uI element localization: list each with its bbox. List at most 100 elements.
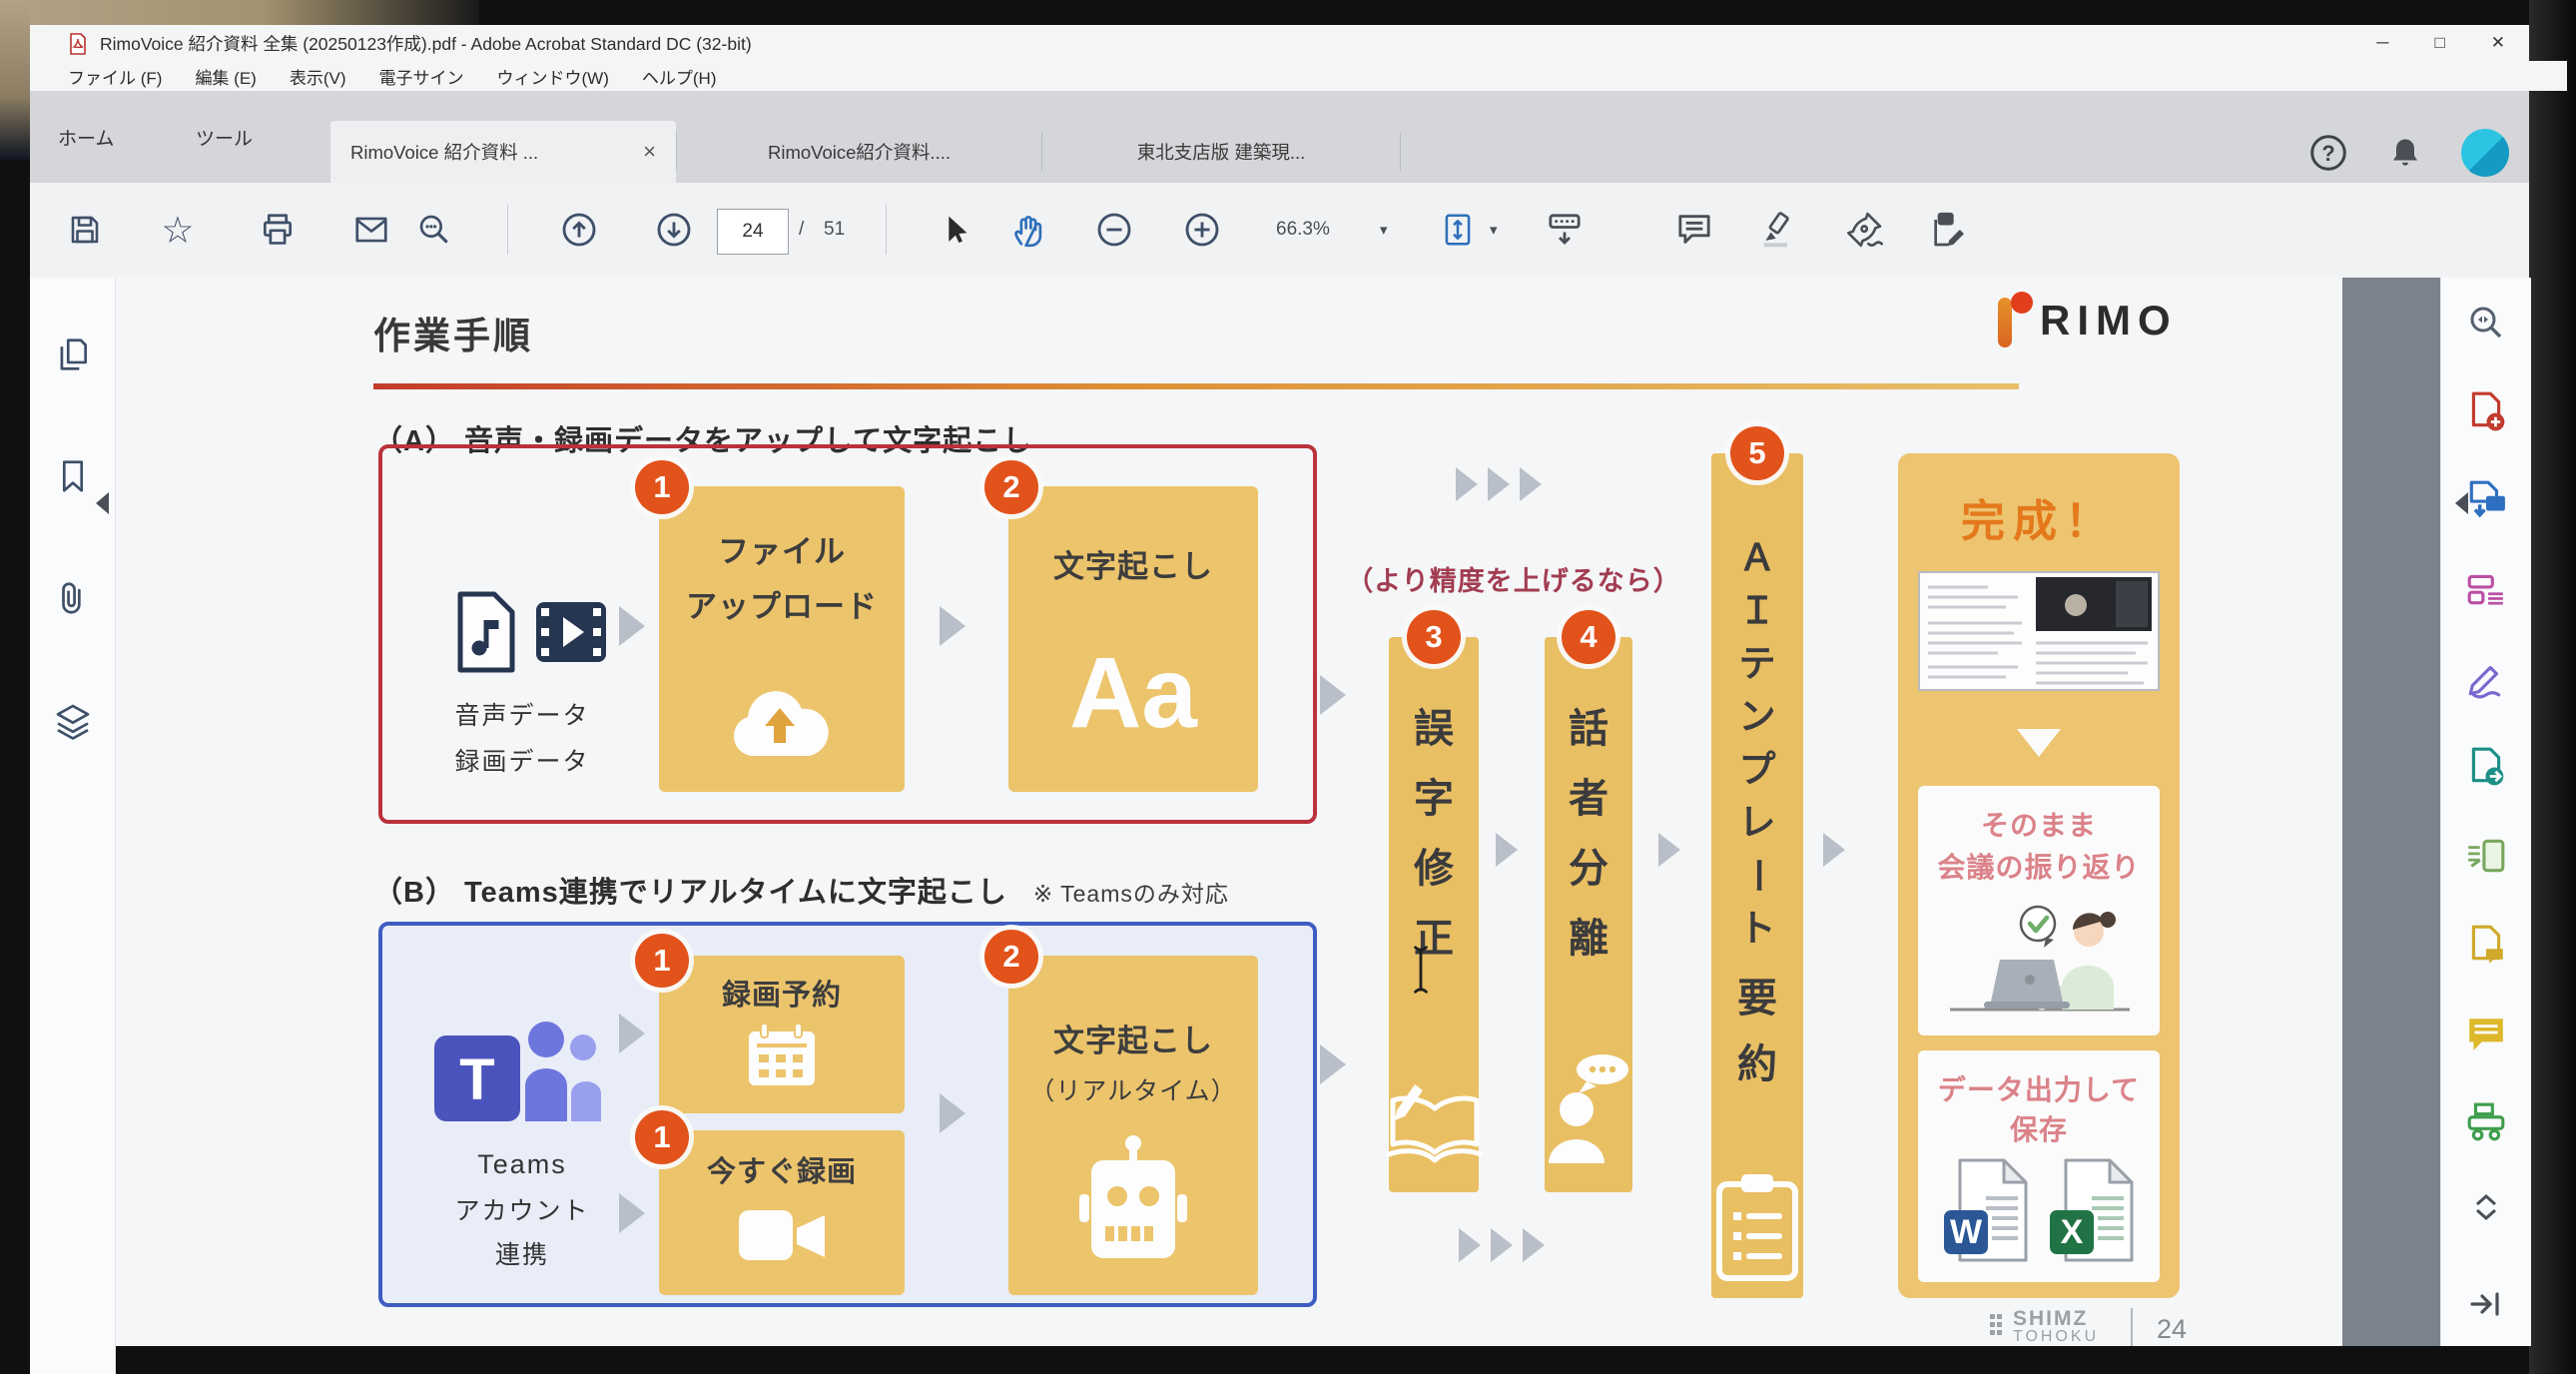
vertical-char: Ａ bbox=[1739, 539, 1776, 576]
pdf-file-icon bbox=[66, 32, 90, 56]
minimize-button[interactable]: ─ bbox=[2370, 33, 2394, 53]
tab-home[interactable]: ホーム bbox=[58, 91, 114, 183]
attachments-icon[interactable] bbox=[54, 579, 92, 617]
zoom-out-button[interactable] bbox=[1092, 208, 1136, 252]
print-button[interactable] bbox=[256, 208, 300, 252]
last-page-icon[interactable] bbox=[2467, 1284, 2507, 1324]
vertical-char: 話 bbox=[1569, 709, 1609, 749]
step-label: アップロード bbox=[659, 581, 905, 626]
menu-edit[interactable]: 編集 (E) bbox=[195, 64, 256, 89]
step-schedule-recording: 1 録画予約 bbox=[659, 956, 905, 1113]
search-icon[interactable] bbox=[412, 208, 456, 252]
step-speaker-separation: 4 話 者 分 離 bbox=[1545, 637, 1632, 1192]
scan-ocr-icon[interactable] bbox=[2465, 835, 2507, 877]
doc-tab-3[interactable]: 東北支店版 建築現... bbox=[1042, 121, 1400, 183]
email-button[interactable] bbox=[349, 208, 393, 252]
layers-icon[interactable] bbox=[53, 701, 93, 741]
document-canvas: 作業手順 RIMO （A） 音声・録画データをアップして文字起こし bbox=[116, 278, 2440, 1346]
zoom-dropdown-caret-icon[interactable]: ▾ bbox=[1380, 221, 1388, 239]
previous-page-button[interactable] bbox=[557, 208, 601, 252]
print-production-icon[interactable] bbox=[2465, 1101, 2507, 1143]
fit-page-button[interactable] bbox=[1436, 208, 1480, 252]
logo-grid-icon bbox=[1989, 1312, 2005, 1342]
comment-icon[interactable] bbox=[2465, 1013, 2507, 1054]
vertical-char: ン bbox=[1739, 698, 1776, 735]
doc-tab-2[interactable]: RimoVoice紹介資料.... bbox=[677, 121, 1041, 183]
slide-title: 作業手順 bbox=[373, 306, 533, 359]
tab-tools[interactable]: ツール bbox=[196, 91, 253, 183]
collapse-chevron-icon[interactable] bbox=[2466, 1190, 2506, 1224]
bell-icon[interactable] bbox=[2387, 134, 2423, 172]
page-number-input[interactable] bbox=[717, 209, 789, 255]
menu-window[interactable]: ウィンドウ(W) bbox=[497, 64, 609, 89]
flow-arrow-icon bbox=[619, 606, 645, 646]
done-label: 完成！ bbox=[1898, 485, 2180, 549]
flow-arrow-icon bbox=[1823, 833, 1845, 867]
flow-arrow-icon bbox=[940, 1093, 966, 1133]
menu-help[interactable]: ヘルプ(H) bbox=[642, 64, 717, 89]
title-bar: RimoVoice 紹介資料 全集 (20250123作成).pdf - Ado… bbox=[30, 25, 2529, 61]
doc-tab-label: RimoVoice 紹介資料 ... bbox=[350, 139, 538, 165]
account-avatar[interactable] bbox=[2461, 129, 2509, 177]
highlighter-tool-icon[interactable] bbox=[1755, 208, 1799, 252]
zoom-level[interactable]: 66.3% bbox=[1276, 219, 1330, 241]
organize-pages-icon[interactable] bbox=[2465, 568, 2507, 610]
export-pdf-icon[interactable] bbox=[2465, 479, 2507, 521]
save-button[interactable] bbox=[63, 208, 107, 252]
close-button[interactable]: ✕ bbox=[2485, 33, 2511, 53]
select-tool-cursor-icon[interactable] bbox=[934, 208, 977, 252]
vertical-char: レ bbox=[1739, 804, 1776, 841]
menu-file[interactable]: ファイル (F) bbox=[68, 64, 162, 89]
tab-close-icon[interactable]: × bbox=[643, 139, 656, 165]
step-file-upload: 1 ファイル アップロード bbox=[659, 486, 905, 792]
tab-separator bbox=[1400, 133, 1401, 171]
usecase-label: 会議の振り返り bbox=[1918, 846, 2160, 886]
page-comment-icon[interactable] bbox=[2465, 924, 2507, 966]
page-total: 51 bbox=[824, 219, 845, 241]
create-pdf-icon[interactable] bbox=[2465, 390, 2507, 432]
toolbar-separator bbox=[507, 205, 508, 255]
teams-label-2: アカウント bbox=[402, 1191, 642, 1227]
vertical-char: テ bbox=[1739, 645, 1776, 682]
fill-and-sign-icon[interactable] bbox=[2465, 657, 2507, 699]
comment-tool-icon[interactable] bbox=[1672, 208, 1716, 252]
teams-logo: T bbox=[434, 1008, 602, 1137]
step-label: ファイル bbox=[659, 526, 905, 571]
text-cursor-pointer bbox=[1412, 945, 1430, 995]
flow-arrow-icon bbox=[940, 606, 966, 646]
collapse-left-panel-arrow-icon[interactable] bbox=[96, 492, 109, 514]
zoom-in-button[interactable] bbox=[1180, 208, 1224, 252]
right-tools-panel bbox=[2440, 278, 2531, 1346]
cloud-upload-icon bbox=[722, 676, 842, 762]
step-badge: 5 bbox=[1730, 426, 1784, 480]
menu-esign[interactable]: 電子サイン bbox=[379, 64, 464, 89]
bookmarks-icon[interactable] bbox=[54, 457, 92, 495]
marquee-zoom-icon[interactable] bbox=[2466, 304, 2506, 344]
fill-sign-pen-icon[interactable] bbox=[1843, 208, 1887, 252]
next-page-button[interactable] bbox=[652, 208, 696, 252]
edit-pdf-icon[interactable] bbox=[1927, 208, 1971, 252]
flow-arrow-icon bbox=[1496, 833, 1518, 867]
doc-tab-active[interactable]: RimoVoice 紹介資料 ... × bbox=[330, 121, 676, 183]
page-thumbnails-icon[interactable] bbox=[54, 336, 92, 373]
section-a-box: 音声データ 録画データ 1 ファイル アップロード 2 文字起こし bbox=[378, 444, 1317, 824]
star-favorites-button[interactable]: ☆ bbox=[156, 208, 200, 252]
step-transcription-realtime: 2 文字起こし （リアルタイム） bbox=[1008, 956, 1258, 1295]
step-ai-template-summary: 5 Ａ Ｉ テ ン プ レ ー ト 要 約 bbox=[1711, 453, 1803, 1298]
book-edit-icon bbox=[1385, 1076, 1485, 1164]
vertical-char: Ｉ bbox=[1739, 592, 1776, 629]
maximize-button[interactable]: □ bbox=[2428, 33, 2450, 53]
step-badge: 3 bbox=[1407, 610, 1461, 664]
vertical-char: 約 bbox=[1737, 1044, 1777, 1084]
help-icon[interactable]: ? bbox=[2307, 132, 2349, 174]
toolbar-separator bbox=[886, 205, 887, 255]
menu-view[interactable]: 表示(V) bbox=[290, 64, 346, 89]
send-for-review-icon[interactable] bbox=[2465, 746, 2507, 788]
fit-dropdown-caret-icon[interactable]: ▾ bbox=[1490, 221, 1498, 239]
usecase-label: 保存 bbox=[1918, 1108, 2160, 1148]
hand-tool-icon[interactable] bbox=[1006, 208, 1050, 252]
shimz-tohoku-logo: SHIMZ TOHOKU bbox=[1989, 1308, 2099, 1345]
triple-arrow-icon bbox=[1456, 467, 1542, 501]
toolbar-collapse-button[interactable] bbox=[1543, 208, 1587, 252]
usecase-export-box: データ出力して 保存 W X bbox=[1918, 1050, 2160, 1282]
